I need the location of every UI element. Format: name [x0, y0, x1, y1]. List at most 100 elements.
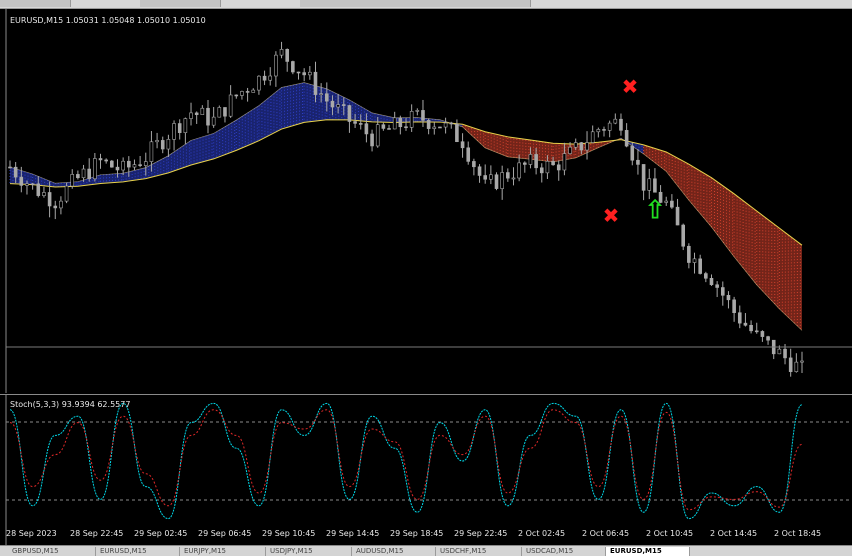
candle-body	[483, 175, 488, 180]
candle-body	[794, 361, 799, 372]
candle-body	[551, 161, 555, 166]
candle-body	[143, 161, 148, 166]
chart-tab-bar: GBPUSD,M15 EURUSD,M15 EURJPY,M15 USDJPY,M15…	[0, 545, 852, 556]
candle-body	[749, 324, 753, 332]
candle-body	[653, 178, 657, 193]
candle-body	[409, 111, 414, 128]
candle-body	[257, 75, 261, 91]
candle-body	[647, 178, 652, 191]
candle-body	[81, 168, 86, 179]
candle-body	[166, 139, 171, 150]
candle-body	[754, 330, 759, 333]
toolbar-segment[interactable]	[0, 0, 71, 7]
candle-body	[511, 177, 516, 180]
candle-body	[42, 192, 46, 196]
candle-body	[358, 123, 363, 125]
candle-body	[30, 183, 35, 186]
candle-body	[70, 174, 75, 187]
candle-body	[766, 336, 770, 341]
candle-body	[341, 104, 346, 106]
candle-body	[324, 93, 329, 102]
candle-body	[36, 183, 41, 196]
candle-body	[279, 49, 284, 56]
time-axis-label: 29 Sep 10:45	[262, 529, 316, 538]
candle-body	[381, 124, 386, 129]
candle-body	[619, 118, 623, 131]
candle-body	[573, 142, 578, 148]
candle-body	[545, 161, 550, 174]
toolbar-segment[interactable]	[140, 0, 221, 7]
buy-arrow-icon: ⇧	[644, 196, 666, 226]
candle-body	[59, 200, 63, 209]
candle-body	[641, 164, 646, 191]
candle-body	[489, 174, 493, 180]
candle-body	[98, 158, 103, 161]
candle-body	[715, 284, 719, 288]
candle-body	[590, 131, 595, 143]
time-axis-label: 29 Sep 14:45	[326, 529, 380, 538]
stoch-title: Stoch(5,3,3) 93.9394 62.5577	[10, 400, 131, 409]
candle-body	[517, 162, 521, 179]
candle-body	[477, 166, 482, 176]
time-axis-label: 29 Sep 18:45	[390, 529, 444, 538]
candle-body	[421, 110, 425, 121]
sell-cross-icon: ✖	[603, 204, 620, 228]
time-axis-label: 2 Oct 18:45	[774, 529, 822, 538]
candle-body	[698, 258, 702, 274]
stochastic-subwindow[interactable]: Stoch(5,3,3) 93.9394 62.5577	[0, 394, 852, 546]
candle-body	[138, 164, 142, 166]
cloud-segment	[168, 140, 192, 173]
candle-body	[19, 176, 24, 186]
candle-body	[127, 160, 131, 168]
candle-body	[687, 245, 691, 263]
cloud-segment	[711, 177, 735, 257]
candle-body	[788, 357, 793, 372]
candle-body	[194, 112, 199, 116]
candle-body	[596, 129, 601, 133]
candle-body	[104, 159, 108, 162]
candle-body	[579, 142, 584, 151]
stochastic-lines	[9, 402, 803, 520]
candle-body	[206, 107, 210, 126]
candle-body	[53, 205, 58, 209]
candle-body	[398, 117, 403, 128]
candle-body	[387, 128, 391, 130]
candle-body	[149, 141, 154, 162]
candle-body	[160, 140, 165, 150]
candle-body	[783, 348, 787, 359]
price-chart-canvas[interactable]: ✖ ✖ ⇧	[0, 9, 852, 393]
candle-body	[87, 168, 91, 180]
time-axis: 28 Sep 2023 28 Sep 22:45 29 Sep 02:45 29 Se…	[0, 527, 852, 541]
candle-body	[743, 322, 748, 326]
candle-body	[630, 145, 635, 161]
candle-body	[404, 126, 408, 129]
candle-body	[285, 49, 290, 62]
candle-body	[155, 140, 159, 143]
candle-body	[64, 185, 69, 202]
time-axis-label: 28 Sep 22:45	[70, 529, 124, 538]
candle-body	[262, 75, 267, 81]
candle-body	[8, 166, 12, 169]
stochastic-canvas[interactable]	[0, 395, 852, 546]
candle-body	[522, 162, 527, 165]
candle-body	[432, 126, 437, 129]
time-axis-label: 2 Oct 06:45	[582, 529, 630, 538]
candle-body	[500, 172, 504, 189]
candle-body	[438, 126, 442, 129]
candle-body	[268, 75, 273, 81]
candle-body	[336, 104, 340, 108]
candle-body	[494, 174, 499, 189]
main-chart[interactable]: ✖ ✖ ⇧ EURUSD,M15 1.05031 1.05048 1.05010 1…	[0, 9, 852, 393]
candle-body	[110, 160, 114, 168]
candle-body	[539, 167, 544, 174]
candle-body	[613, 118, 618, 124]
candle-body	[681, 224, 686, 247]
toolbar-segment[interactable]	[300, 0, 531, 7]
candle-body	[528, 154, 533, 165]
time-axis-label: 28 Sep 2023	[6, 529, 57, 538]
candle-body	[506, 172, 510, 179]
candle-body	[228, 94, 233, 117]
candle-body	[675, 206, 680, 226]
stoch-main-line	[9, 402, 803, 520]
candle-body	[624, 130, 629, 147]
